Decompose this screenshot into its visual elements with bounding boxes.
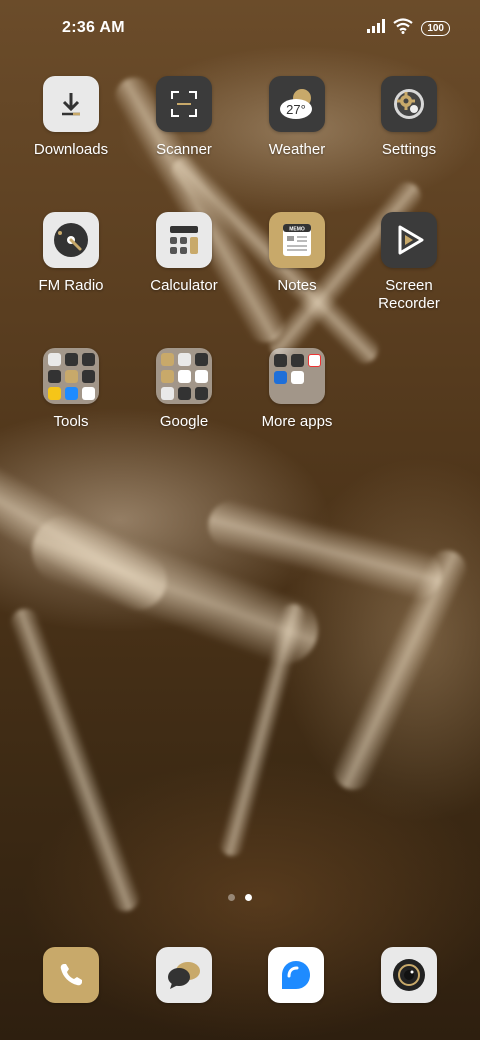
folder-label: More apps bbox=[261, 413, 333, 430]
folder-label: Google bbox=[159, 413, 209, 430]
app-weather[interactable]: 27° Weather bbox=[241, 76, 353, 159]
app-fm-radio[interactable]: FM Radio bbox=[15, 212, 127, 295]
folder-tools[interactable]: Tools bbox=[15, 348, 127, 431]
app-label: Notes bbox=[277, 277, 317, 294]
app-label: FM Radio bbox=[38, 277, 104, 294]
page-indicator bbox=[0, 894, 480, 901]
folder-more-apps[interactable]: More apps bbox=[241, 348, 353, 431]
folder-icon bbox=[43, 348, 99, 404]
download-icon bbox=[43, 76, 99, 132]
app-label: Screen Recorder bbox=[378, 277, 440, 312]
app-calculator[interactable]: Calculator bbox=[128, 212, 240, 295]
clock: 2:36 AM bbox=[62, 19, 125, 36]
chat-bubbles-icon bbox=[156, 947, 212, 1003]
weather-cloud-icon: 27° bbox=[269, 76, 325, 132]
phone-icon bbox=[43, 947, 99, 1003]
folder-icon bbox=[269, 348, 325, 404]
dock-browser[interactable] bbox=[268, 947, 324, 1003]
browser-bubble-icon bbox=[268, 947, 324, 1003]
gear-icon bbox=[381, 76, 437, 132]
folder-google[interactable]: Google bbox=[128, 348, 240, 431]
battery-indicator: 100 bbox=[421, 20, 450, 36]
notes-badge: MEMO bbox=[289, 227, 305, 233]
page-dot-active[interactable] bbox=[245, 894, 252, 901]
dock-camera[interactable] bbox=[381, 947, 437, 1003]
app-label: Downloads bbox=[33, 141, 109, 158]
radio-dial-icon bbox=[43, 212, 99, 268]
dock-phone[interactable] bbox=[43, 947, 99, 1003]
app-scanner[interactable]: Scanner bbox=[128, 76, 240, 159]
scan-frame-icon bbox=[156, 76, 212, 132]
calculator-icon bbox=[156, 212, 212, 268]
folder-icon bbox=[156, 348, 212, 404]
app-screen-recorder[interactable]: Screen Recorder bbox=[353, 212, 465, 313]
notepad-icon: MEMO bbox=[269, 212, 325, 268]
status-bar: 2:36 AM 100 bbox=[0, 0, 480, 56]
app-label: Calculator bbox=[150, 277, 218, 294]
dock-messages[interactable] bbox=[156, 947, 212, 1003]
app-notes[interactable]: MEMO Notes bbox=[241, 212, 353, 295]
cellular-signal-icon bbox=[367, 18, 386, 38]
page-dot[interactable] bbox=[228, 894, 235, 901]
play-record-icon bbox=[381, 212, 437, 268]
camera-lens-icon bbox=[381, 947, 437, 1003]
folder-label: Tools bbox=[53, 413, 89, 430]
wifi-icon bbox=[393, 17, 413, 39]
app-label: Settings bbox=[381, 141, 437, 158]
app-label: Weather bbox=[268, 141, 326, 158]
app-settings[interactable]: Settings bbox=[353, 76, 465, 159]
app-label: Scanner bbox=[156, 141, 212, 158]
weather-temperature: 27° bbox=[286, 102, 306, 117]
app-downloads[interactable]: Downloads bbox=[15, 76, 127, 159]
